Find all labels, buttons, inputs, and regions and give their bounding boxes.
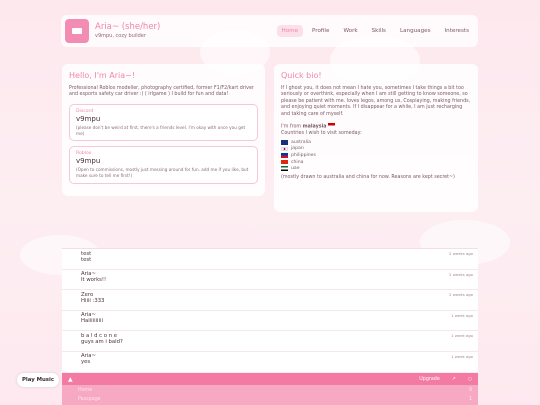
discord-username: v9mpu bbox=[76, 114, 101, 123]
nav-profile[interactable]: Profile bbox=[307, 25, 334, 37]
message-text: It works!! bbox=[81, 277, 107, 283]
australia-flag-icon bbox=[281, 140, 288, 145]
roblox-note: (Open to commissions, mostly just messin… bbox=[76, 167, 249, 178]
external-link-icon[interactable]: ↗ bbox=[452, 377, 456, 382]
chat-message: Zero Hiiii :333 2 weeks ago bbox=[62, 290, 478, 311]
malaysia-flag-icon bbox=[328, 123, 336, 128]
chat-toolbar: ▲ Upgrade ↗ ○ bbox=[62, 373, 478, 385]
discord-label: Discord bbox=[76, 108, 94, 114]
message-time: 1 week ago bbox=[451, 353, 473, 359]
message-text: Haiiiiiiiiii bbox=[81, 318, 103, 324]
message-time: 2 weeks ago bbox=[449, 271, 473, 277]
bio-footnote: (mostly drawn to australia and china for… bbox=[281, 175, 455, 181]
country-item: japan bbox=[281, 146, 471, 151]
japan-flag-icon bbox=[281, 146, 288, 152]
chat-message: Aria~ It works!! 2 weeks ago bbox=[62, 270, 478, 290]
country-list: australia japan philippines china uae bbox=[281, 140, 471, 171]
country-item: philippines bbox=[281, 153, 471, 158]
message-time: 2 weeks ago bbox=[449, 292, 473, 297]
discord-note: (please don't be weird at first, there's… bbox=[76, 124, 246, 136]
message-text: Hiiii :333 bbox=[81, 297, 105, 304]
bio-text: If I ghost you, it does not mean I hate … bbox=[281, 86, 471, 117]
chat-message: b a l d c o n e guys am i bald? 1 week a… bbox=[62, 331, 478, 352]
chat-room-list: Home 9 Passpage 1 bbox=[62, 385, 478, 405]
nav-work[interactable]: Work bbox=[338, 25, 362, 37]
logo-icon bbox=[65, 19, 89, 43]
country-item: australia bbox=[281, 140, 471, 145]
intro-card: Hello, I'm Aria~! Professional Roblox mo… bbox=[62, 64, 265, 196]
message-text: test bbox=[81, 256, 92, 263]
roblox-label: Roblox bbox=[76, 151, 92, 157]
bio-from-country: malaysia bbox=[302, 124, 327, 130]
brand-name: Aria~ (she/her) bbox=[95, 22, 161, 33]
country-item: uae bbox=[281, 166, 471, 171]
chat-message: test test 2 weeks ago bbox=[62, 249, 478, 270]
intro-description: Professional Roblox modeller, photograph… bbox=[69, 86, 254, 98]
nav-languages[interactable]: Languages bbox=[395, 25, 436, 37]
site-header: Aria~ (she/her) v9mpu, cozy builder Home… bbox=[61, 15, 478, 47]
settings-icon[interactable]: ○ bbox=[468, 377, 472, 382]
message-text: guys am i bald? bbox=[81, 338, 123, 345]
upgrade-button[interactable]: Upgrade bbox=[419, 377, 440, 382]
message-time: 1 week ago bbox=[451, 333, 473, 338]
nav-interests[interactable]: Interests bbox=[440, 25, 474, 37]
chat-user-icon[interactable]: ▲ bbox=[68, 376, 73, 383]
brand-subtitle: v9mpu, cozy builder bbox=[95, 32, 146, 39]
message-time: 2 weeks ago bbox=[449, 251, 473, 256]
country-item: china bbox=[281, 160, 471, 165]
chat-message: Aria~ Haiiiiiiiiii 1 week ago bbox=[62, 311, 478, 331]
play-music-button[interactable]: Play Music bbox=[17, 373, 59, 387]
chat-message: Aria~ yes 1 week ago bbox=[62, 352, 478, 373]
main-nav: Home Profile Work Skills Languages Inter… bbox=[276, 25, 475, 37]
china-flag-icon bbox=[281, 159, 288, 165]
bio-card: Quick bio! If I ghost you, it does not m… bbox=[274, 64, 478, 212]
message-time: 1 week ago bbox=[451, 312, 473, 318]
nav-home[interactable]: Home bbox=[276, 25, 304, 37]
message-text: yes bbox=[81, 359, 91, 365]
philippines-flag-icon bbox=[281, 153, 288, 158]
uae-flag-icon bbox=[281, 166, 288, 171]
room-home[interactable]: Home 9 bbox=[62, 385, 478, 394]
chat-messages[interactable]: test test 2 weeks ago Aria~ It works!! 2… bbox=[62, 248, 478, 372]
bio-title: Quick bio! bbox=[281, 71, 322, 80]
intro-title: Hello, I'm Aria~! bbox=[69, 71, 136, 80]
visit-heading: Countries I wish to visit someday: bbox=[281, 131, 362, 137]
room-passpage[interactable]: Passpage 1 bbox=[62, 394, 478, 403]
nav-skills[interactable]: Skills bbox=[367, 25, 391, 37]
roblox-username: v9mpu bbox=[76, 157, 101, 166]
bio-from-prefix: I'm from bbox=[281, 124, 302, 130]
discord-card[interactable]: Discord v9mpu (please don't be weird at … bbox=[69, 103, 258, 142]
roblox-card[interactable]: Roblox v9mpu (Open to commissions, mostl… bbox=[69, 146, 258, 184]
